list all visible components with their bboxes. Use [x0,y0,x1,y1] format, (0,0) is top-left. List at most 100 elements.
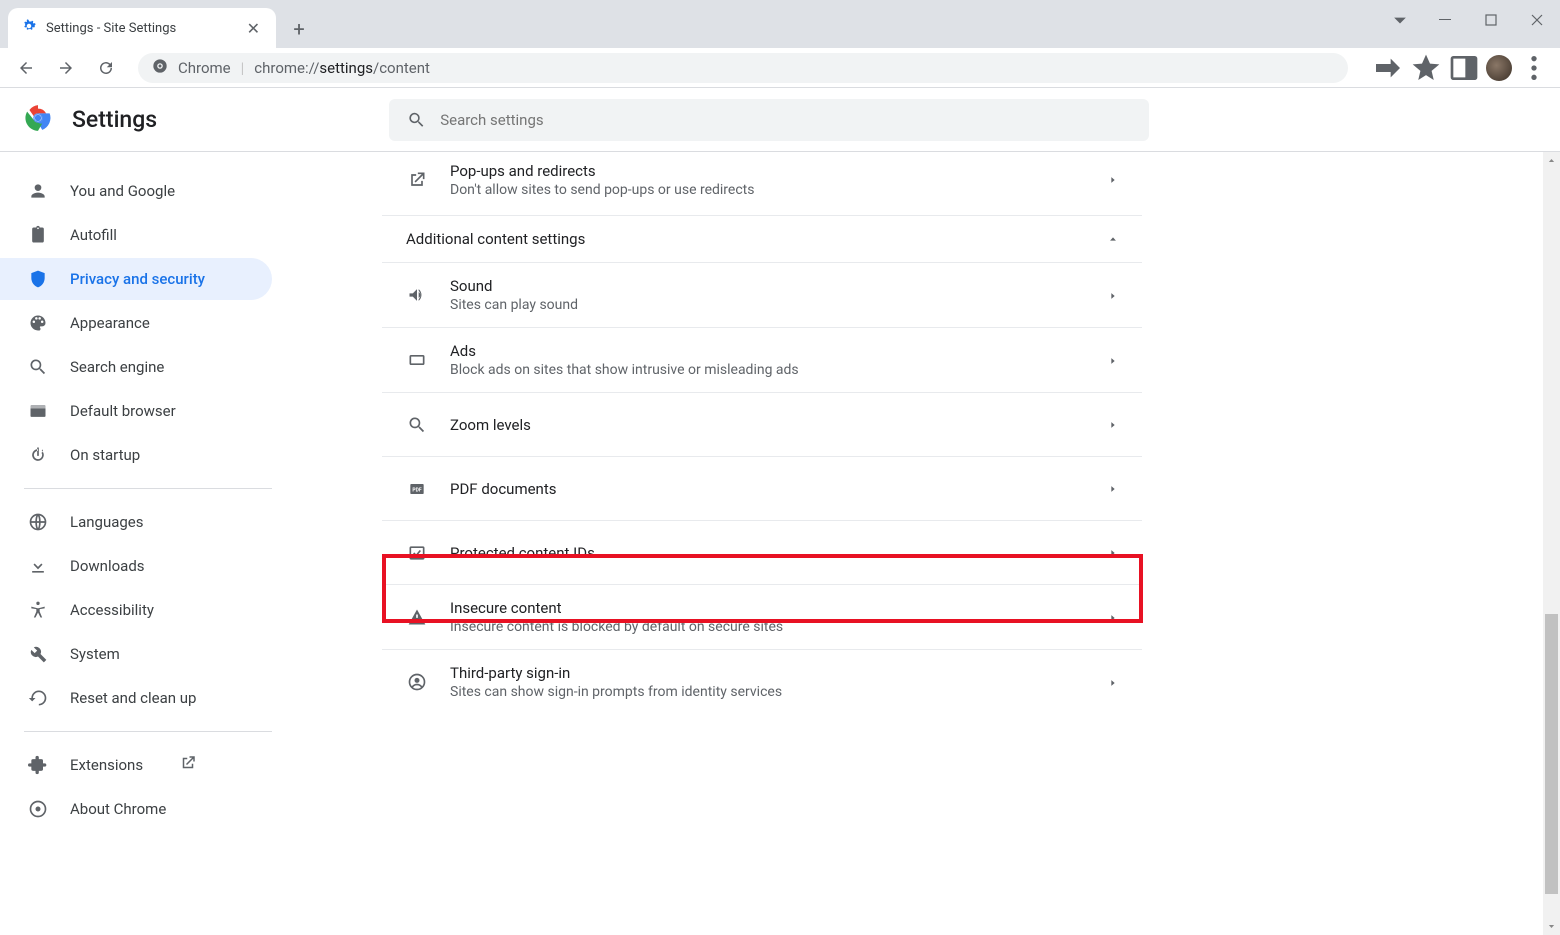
share-icon[interactable] [1372,52,1404,84]
chevron-up-icon [1108,230,1118,248]
section-additional-content[interactable]: Additional content settings [382,216,1142,263]
row-protected-content[interactable]: Protected content IDs [382,521,1142,585]
row-title: Protected content IDs [450,544,1108,562]
forward-button[interactable] [50,52,82,84]
sound-icon [406,285,428,305]
row-subtitle: Don't allow sites to send pop-ups or use… [450,182,1108,198]
row-popups[interactable]: Pop-ups and redirects Don't allow sites t… [382,152,1142,216]
sidebar-item-on-startup[interactable]: On startup [0,434,272,476]
row-subtitle: Sites can show sign-in prompts from iden… [450,684,1108,700]
sidebar-item-label: Appearance [70,314,150,332]
scroll-down-icon[interactable] [1543,918,1560,935]
search-icon [28,357,48,377]
sidebar-item-about[interactable]: About Chrome [0,788,272,830]
sidebar-item-label: Autofill [70,226,117,244]
close-window-button[interactable] [1514,4,1560,36]
popup-icon [406,170,428,190]
row-pdf[interactable]: PDF PDF documents [382,457,1142,521]
zoom-icon [406,415,428,435]
row-title: Third-party sign-in [450,664,1108,682]
chevron-right-icon [1108,479,1118,498]
sidebar-item-label: Downloads [70,557,145,575]
browser-icon [28,401,48,421]
back-button[interactable] [10,52,42,84]
sidebar-item-downloads[interactable]: Downloads [0,545,272,587]
sidebar-item-accessibility[interactable]: Accessibility [0,589,272,631]
row-title: Pop-ups and redirects [450,162,1108,180]
sidebar-item-label: Accessibility [70,601,154,619]
row-insecure-content[interactable]: Insecure content Insecure content is bloc… [382,585,1142,650]
sidebar-item-label: Search engine [70,358,164,376]
sidebar-item-extensions[interactable]: Extensions [0,744,272,786]
gear-icon [20,17,38,39]
settings-body: You and Google Autofill Privacy and secu… [0,152,1560,935]
sidebar-item-label: System [70,645,120,663]
svg-text:PDF: PDF [412,487,421,493]
sidebar-item-autofill[interactable]: Autofill [0,214,272,256]
sidebar-item-system[interactable]: System [0,633,272,675]
reload-button[interactable] [90,52,122,84]
side-panel-icon[interactable] [1448,52,1480,84]
search-settings-box[interactable] [389,99,1149,141]
scroll-up-icon[interactable] [1543,152,1560,169]
clipboard-icon [28,225,48,245]
titlebar: Settings - Site Settings ✕ + [0,0,1560,48]
search-icon [407,110,426,130]
page-title: Settings [72,106,157,133]
browser-toolbar: Chrome | chrome://settings/content [0,48,1560,88]
power-icon [28,445,48,465]
chevron-right-icon [1108,608,1118,627]
scrollbar-thumb[interactable] [1545,614,1558,894]
chevron-right-icon [1108,415,1118,434]
protected-icon [406,543,428,563]
close-tab-icon[interactable]: ✕ [243,17,264,40]
globe-icon [28,512,48,532]
sidebar-item-search-engine[interactable]: Search engine [0,346,272,388]
download-icon [28,556,48,576]
sidebar-item-you-and-google[interactable]: You and Google [0,170,272,212]
chrome-outline-icon [28,799,48,819]
sidebar-item-default-browser[interactable]: Default browser [0,390,272,432]
tab-search-icon[interactable] [1386,6,1414,34]
menu-icon[interactable] [1518,52,1550,84]
sidebar-divider [24,488,272,489]
sidebar-item-label: You and Google [70,182,175,200]
tab-title: Settings - Site Settings [46,21,235,36]
new-tab-button[interactable]: + [284,14,314,44]
search-input[interactable] [440,111,1131,129]
row-third-party-signin[interactable]: Third-party sign-in Sites can show sign-i… [382,650,1142,714]
row-sound[interactable]: Sound Sites can play sound [382,263,1142,328]
sidebar-item-label: About Chrome [70,800,166,818]
browser-tab[interactable]: Settings - Site Settings ✕ [8,8,276,48]
sidebar-item-reset[interactable]: Reset and clean up [0,677,272,719]
vertical-scrollbar[interactable] [1543,152,1560,935]
maximize-button[interactable] [1468,4,1514,36]
row-subtitle: Block ads on sites that show intrusive o… [450,362,1108,378]
chevron-right-icon [1108,543,1118,562]
address-bar[interactable]: Chrome | chrome://settings/content [138,53,1348,83]
row-zoom[interactable]: Zoom levels [382,393,1142,457]
sidebar-item-appearance[interactable]: Appearance [0,302,272,344]
minimize-button[interactable] [1422,4,1468,36]
shield-icon [28,269,48,289]
row-title: Insecure content [450,599,1108,617]
omnibox-url: chrome://settings/content [254,59,430,77]
settings-sidebar: You and Google Autofill Privacy and secu… [0,152,280,935]
person-circle-icon [406,672,428,692]
sidebar-item-languages[interactable]: Languages [0,501,272,543]
bookmark-icon[interactable] [1410,52,1442,84]
sidebar-item-label: On startup [70,446,140,464]
extension-icon [28,755,48,775]
profile-avatar[interactable] [1486,55,1512,81]
ads-icon [406,350,428,370]
row-title: Sound [450,277,1108,295]
chevron-right-icon [1108,170,1118,189]
person-icon [28,181,48,201]
chrome-icon [152,58,168,78]
sidebar-item-label: Extensions [70,756,143,774]
row-subtitle: Sites can play sound [450,297,1108,313]
restore-icon [28,688,48,708]
row-ads[interactable]: AdsBlock ads on sites that show intrusiv… [382,328,1142,393]
sidebar-item-privacy-security[interactable]: Privacy and security [0,258,272,300]
row-subtitle: Insecure content is blocked by default o… [450,619,1108,635]
